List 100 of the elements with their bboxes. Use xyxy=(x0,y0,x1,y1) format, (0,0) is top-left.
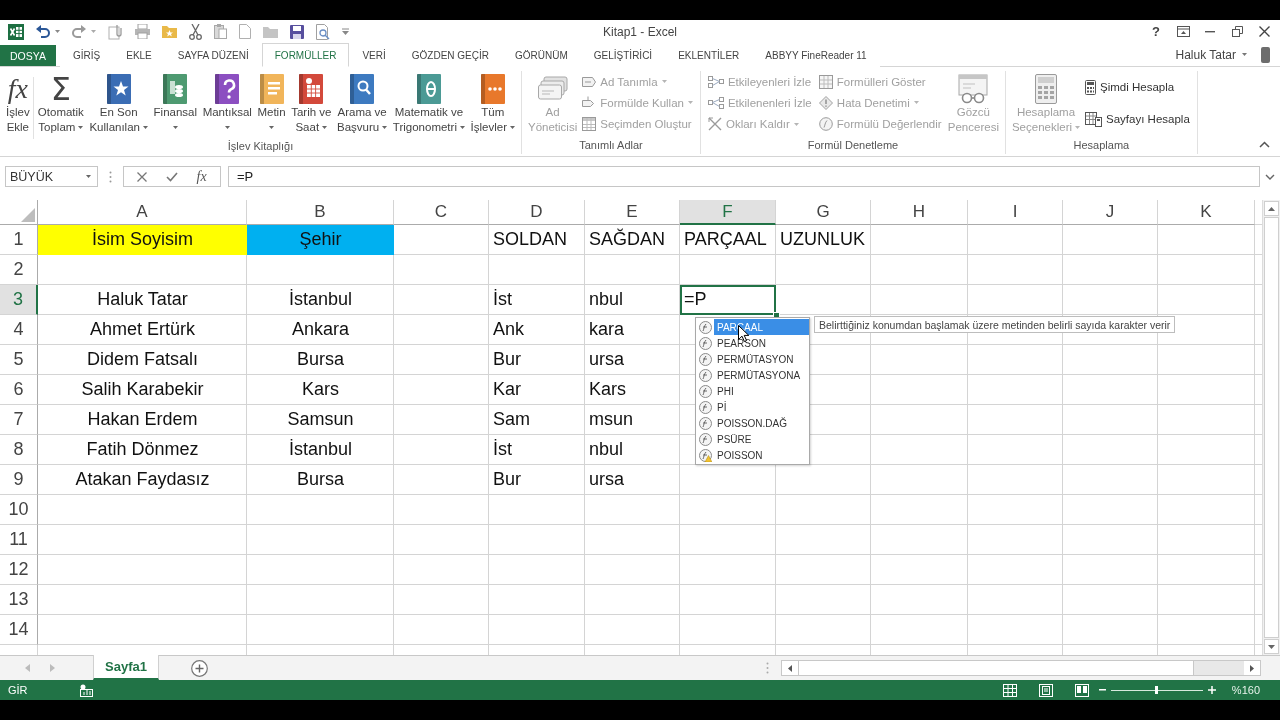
zoom-slider-thumb[interactable] xyxy=(1155,686,1159,694)
sheet-cell-text: kara xyxy=(588,318,625,341)
magnifier-book-icon xyxy=(350,74,375,104)
sheet-cell-text: Kar xyxy=(492,378,522,401)
stacked-cards-icon xyxy=(537,76,568,102)
function-symbol: fx xyxy=(7,73,28,105)
scissors-icon[interactable] xyxy=(189,23,202,40)
undo-icon[interactable] xyxy=(36,25,50,38)
ribbon-button[interactable]: En Son Kullanılan xyxy=(87,71,150,135)
row-header[interactable]: 3 xyxy=(0,285,38,315)
redo-icon[interactable] xyxy=(72,25,86,38)
scrollbar-thumb[interactable] xyxy=(798,661,1194,675)
caret-icon xyxy=(1242,53,1247,56)
ribbon-button[interactable]: Tüm İşlevler xyxy=(468,71,517,135)
formula-input[interactable]: =P xyxy=(228,166,1260,187)
scrollbar-thumb[interactable] xyxy=(1264,217,1279,638)
function-tooltip: Belirttiğiniz konumdan başlamak üzere metinden belirli sayıda karakter verir xyxy=(814,316,1176,333)
record-macro-icon[interactable] xyxy=(79,683,93,697)
restore-button[interactable] xyxy=(1229,23,1245,40)
tag-arrow-icon xyxy=(582,96,597,110)
function-icon xyxy=(699,384,712,398)
ribbon-button[interactable]: Arama ve Başvuru xyxy=(335,71,390,135)
ribbon-tab[interactable]: FORMÜLLER xyxy=(261,43,350,67)
sheet-cell-text: Samsun xyxy=(286,408,355,431)
table-icon xyxy=(582,117,597,132)
ribbon-button[interactable]: Sayfayı Hesapla xyxy=(1082,108,1193,130)
print-preview-icon[interactable] xyxy=(316,23,330,40)
function-icon xyxy=(699,368,712,382)
ribbon-display-options-button[interactable] xyxy=(1175,23,1191,40)
sheet-cell-text: msun xyxy=(588,408,634,431)
function-icon xyxy=(699,352,712,366)
help-button[interactable]: ? xyxy=(1148,23,1164,40)
save-icon[interactable] xyxy=(290,24,304,39)
user-name[interactable]: Haluk Tatar xyxy=(1175,47,1236,62)
sheet-cell-text: Hakan Erdem xyxy=(86,408,199,431)
trace-arrow-icon xyxy=(707,75,724,88)
triangle-right-icon xyxy=(1250,664,1254,672)
group-label: Hesaplama xyxy=(1072,138,1131,153)
sheet-cell-text: İstanbul xyxy=(287,288,353,311)
paperclip-icon[interactable] xyxy=(108,23,123,40)
sheet-tab[interactable]: Sayfa1 xyxy=(93,655,159,680)
normal-view-icon[interactable] xyxy=(1002,683,1017,697)
clipboard-icon[interactable] xyxy=(214,24,227,39)
calculator-icon xyxy=(1035,74,1057,104)
chevron-up-icon xyxy=(1259,141,1270,148)
autocomplete-item[interactable]: PERMÜTASYONA xyxy=(696,367,809,383)
minimize-icon xyxy=(1205,30,1215,33)
autocomplete-item[interactable]: PSÜRE xyxy=(696,431,809,447)
autocomplete-item[interactable]: PHI xyxy=(696,383,809,399)
horizontal-scrollbar[interactable] xyxy=(781,660,1261,676)
theta-book-icon xyxy=(416,74,441,104)
ribbon-button[interactable]: Mantıksal xyxy=(200,71,254,135)
file-tab[interactable]: DOSYA xyxy=(0,45,56,66)
question-book-icon xyxy=(215,74,240,104)
autocomplete-item[interactable]: PERMÜTASYON xyxy=(696,351,809,367)
scroll-right-button[interactable] xyxy=(1244,661,1260,675)
page-layout-icon[interactable] xyxy=(1038,683,1053,697)
avatar-placeholder[interactable] xyxy=(1261,46,1270,63)
sheet-cell-text: Sam xyxy=(492,408,531,431)
zoom-level[interactable]: %160 xyxy=(1231,684,1260,696)
ribbon-button[interactable]: Finansal xyxy=(151,71,200,135)
active-cell[interactable]: =P xyxy=(680,285,776,315)
column-header[interactable]: F xyxy=(680,200,776,225)
scroll-left-button[interactable] xyxy=(782,661,798,675)
autocomplete-item[interactable]: POISSON.DAĞ xyxy=(696,415,809,431)
scroll-up-button[interactable] xyxy=(1264,201,1279,216)
autocomplete-item[interactable]: PEARSON xyxy=(696,335,809,351)
ribbon-button[interactable]: Tarih ve Saat xyxy=(289,71,334,135)
check-icon xyxy=(165,171,178,182)
window-glasses-icon xyxy=(958,74,989,104)
sheet-cell-text: İst xyxy=(492,288,513,311)
customize-icon[interactable] xyxy=(342,28,349,35)
collapse-ribbon-button[interactable] xyxy=(1259,141,1270,148)
page-break-icon[interactable] xyxy=(1074,683,1089,697)
function-warning-icon xyxy=(699,448,712,462)
sheet-cell-text: Bur xyxy=(492,348,522,371)
arrows-cross-icon xyxy=(707,117,722,132)
ribbon-button[interactable]: Matematik ve Trigonometri xyxy=(390,71,467,135)
sum-symbol: Σ xyxy=(50,73,71,105)
vertical-scrollbar[interactable] xyxy=(1262,200,1280,655)
sheet-cell-text: İst xyxy=(492,438,513,461)
ribbon-button[interactable]: fx İşlev Ekle xyxy=(4,71,32,135)
name-box[interactable]: BÜYÜK xyxy=(5,166,98,187)
zoom-in-icon[interactable] xyxy=(1207,686,1216,694)
caret-icon xyxy=(55,30,60,33)
sheet-cell-text: ursa xyxy=(588,468,625,491)
scroll-down-button[interactable] xyxy=(1264,639,1279,654)
spreadsheet-logo-icon[interactable] xyxy=(8,23,24,40)
coins-book-icon xyxy=(163,74,188,104)
zoom-slider[interactable] xyxy=(1110,685,1203,695)
autocomplete-item[interactable]: Pİ xyxy=(696,399,809,415)
add-sheet-icon[interactable] xyxy=(190,659,208,677)
autocomplete-item[interactable]: POISSON xyxy=(696,447,809,463)
insert-function-button[interactable]: fx xyxy=(196,168,207,185)
sheet-cell-text: İstanbul xyxy=(287,438,353,461)
group-label: İşlev Kitaplığı xyxy=(226,139,295,154)
sheet-cell-text: Bursa xyxy=(296,468,345,491)
ribbon-button[interactable]: Şimdi Hesapla xyxy=(1082,76,1193,98)
ribbon-button[interactable]: Metin xyxy=(255,71,288,135)
ribbon-button[interactable]: Σ Otomatik Toplam xyxy=(35,71,86,135)
